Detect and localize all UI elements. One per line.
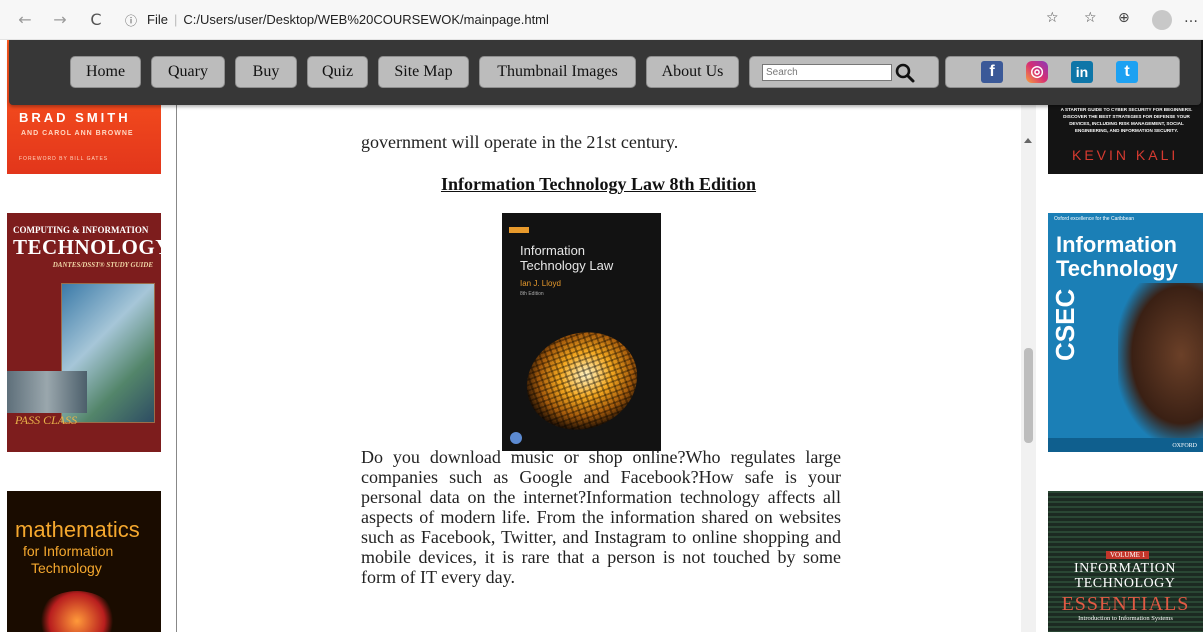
book-blurb: A STARTER GUIDE TO CYBER SECURITY FOR BE… (1060, 107, 1193, 133)
scroll-thumb[interactable] (1024, 348, 1033, 443)
book-cover-left-3: mathematics for Information Technology (7, 491, 161, 632)
reload-icon[interactable]: C (85, 9, 107, 31)
book-title: INFORMATION TECHNOLOGY (1074, 561, 1176, 591)
book-title-top: COMPUTING & INFORMATION (13, 225, 149, 235)
address-url: C:/Users/user/Desktop/WEB%20COURSEWOK/ma… (183, 12, 549, 27)
book-title: BRAD SMITH (19, 110, 131, 125)
book-title: Information Technology (1056, 232, 1178, 281)
twitter-icon[interactable]: t (1116, 61, 1138, 83)
book-subtitle: for Information (23, 543, 114, 559)
read-aloud-icon[interactable]: ☆ (1046, 10, 1059, 26)
book-title: TECHNOLOGY (13, 235, 161, 259)
book-title: mathematics (15, 517, 140, 542)
book-subtitle: ESSENTIALS (1061, 593, 1190, 615)
linkedin-icon[interactable]: in (1071, 61, 1093, 83)
nav-buy[interactable]: Buy (235, 56, 297, 88)
book-subtitle: DANTES/DSST® STUDY GUIDE (52, 261, 153, 269)
book-cover-right-2: Oxford excellence for the Caribbean Info… (1048, 213, 1203, 452)
nav-quiz[interactable]: Quiz (307, 56, 368, 88)
search-icon[interactable] (894, 62, 916, 84)
social-links: f ◎ in t (945, 56, 1180, 88)
profile-avatar[interactable] (1152, 10, 1172, 30)
book-author: KEVIN KALI (1072, 147, 1179, 163)
info-icon[interactable]: ⓘ (125, 12, 137, 29)
cover-author: Ian J. Lloyd (520, 279, 561, 288)
scroll-up-arrow-icon[interactable] (1024, 138, 1032, 143)
content-scrollbar[interactable] (1021, 104, 1036, 632)
book-cover-main: Information Technology Law Ian J. Lloyd … (502, 213, 661, 451)
book-series: CSEC (1050, 288, 1080, 361)
site-navbar: Home Quary Buy Quiz Site Map Thumbnail I… (9, 40, 1201, 105)
facebook-icon[interactable]: f (981, 61, 1003, 83)
more-icon[interactable]: … (1184, 10, 1198, 26)
back-icon[interactable]: ← (14, 9, 36, 31)
nav-site-map[interactable]: Site Map (378, 56, 469, 88)
address-bar[interactable]: File | C:/Users/user/Desktop/WEB%20COURSEW… (147, 12, 549, 27)
publisher-logo (510, 432, 522, 444)
nav-quary[interactable]: Quary (151, 56, 225, 88)
book-artwork (1118, 283, 1203, 443)
web-page: BRAD SMITH AND CAROL ANN BROWNE FOREWORD… (0, 40, 1203, 632)
favorites-icon[interactable]: ☆ (1084, 10, 1097, 26)
search-input[interactable] (762, 64, 892, 81)
book-cover-right-3: VOLUME 1 INFORMATION TECHNOLOGY ESSENTIA… (1048, 491, 1203, 632)
search-box (749, 56, 939, 88)
address-scheme: File (147, 12, 168, 27)
book-artwork (7, 371, 87, 413)
book-note: FOREWORD BY BILL GATES (19, 156, 109, 162)
book-subtitle: AND CAROL ANN BROWNE (21, 130, 134, 137)
book-top-line: Oxford excellence for the Caribbean (1054, 216, 1135, 222)
forward-icon[interactable]: → (49, 9, 71, 31)
cover-globe-image (513, 317, 651, 445)
nav-thumbnail-images[interactable]: Thumbnail Images (479, 56, 636, 88)
cover-title: Information Technology Law (520, 243, 614, 273)
section-heading: Information Technology Law 8th Edition (440, 174, 757, 194)
collections-icon[interactable]: ⊕ (1118, 10, 1130, 26)
nav-home[interactable]: Home (70, 56, 141, 88)
book-badge: PASS CLASS (15, 413, 78, 427)
book-cover-left-2: COMPUTING & INFORMATION TECHNOLOGY DANTE… (7, 213, 161, 452)
publisher-badge (509, 227, 529, 233)
nav-about-us[interactable]: About Us (646, 56, 739, 88)
book-publisher: OXFORD (1172, 443, 1197, 449)
instagram-icon[interactable]: ◎ (1026, 61, 1048, 83)
paragraph: Do you download music or shop online?Who… (361, 447, 841, 587)
main-content: government will operate in the 21st cent… (177, 104, 1020, 632)
book-artwork (37, 591, 117, 632)
browser-toolbar: ← → C ⓘ File | C:/Users/user/Desktop/WEB%2… (0, 0, 1203, 40)
book-subtitle: Technology (31, 560, 102, 576)
book-badge: VOLUME 1 (1106, 551, 1150, 559)
book-note: Introduction to Information Systems (1078, 615, 1173, 622)
cover-edition: 8th Edition (520, 291, 544, 297)
paragraph: government will operate in the 21st cent… (361, 132, 679, 152)
